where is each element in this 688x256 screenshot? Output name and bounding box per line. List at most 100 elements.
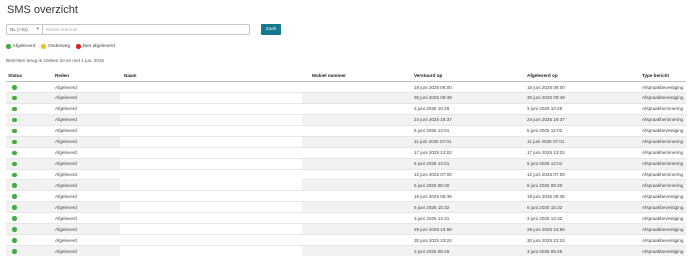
redacted-number [194, 147, 302, 158]
cell-type: Afspraakbevestiging [642, 204, 684, 210]
header-afgeleverd[interactable]: Afgeleverd op [527, 73, 558, 78]
redacted-number [194, 246, 302, 256]
redacted-name [120, 235, 195, 246]
cell-type: Afspraakherinnering [642, 117, 684, 123]
table-row[interactable]: Afgeleverd 3 juni 2025 06:49 3 juni 2025 0… [6, 246, 686, 256]
table-row[interactable]: Afgeleverd 18 juni 2025 08:00 18 juni 2025… [6, 82, 686, 93]
cell-reden: Afgeleverd [55, 139, 77, 145]
cell-reden: Afgeleverd [55, 193, 77, 199]
delivered-status-icon [12, 117, 17, 123]
delivered-dot-icon [6, 44, 11, 49]
redacted-name [120, 125, 195, 136]
cell-verstuurd: 30 juni 2025 23:24 [414, 237, 452, 243]
redacted-number [194, 213, 302, 224]
redacted-number [194, 224, 302, 235]
cell-verstuurd: 6 juni 2025 12:01 [414, 161, 450, 167]
redacted-number [194, 202, 302, 213]
cell-verstuurd: 29 juni 2025 16:56 [414, 226, 452, 232]
cell-reden: Afgeleverd [55, 117, 77, 123]
cell-verstuurd: 6 juni 2025 15:32 [414, 204, 450, 210]
redacted-name [120, 114, 195, 125]
redacted-number [194, 235, 302, 246]
search-button[interactable]: Zoek [261, 24, 281, 35]
table-row[interactable]: Afgeleverd 29 juni 2025 16:56 29 juni 2025… [6, 224, 686, 236]
cell-type: Afspraakherinnering [642, 172, 684, 177]
table-row[interactable]: Afgeleverd 3 juni 2025 10:26 3 juni 2025 1… [6, 103, 686, 115]
cell-verstuurd: 11 juni 2025 07:01 [414, 139, 452, 145]
redacted-name [120, 158, 195, 169]
phone-number-input[interactable]: Mobiel nummer [43, 24, 250, 35]
cell-reden: Afgeleverd [55, 182, 77, 188]
table-row[interactable]: Afgeleverd 3 juni 2025 14:31 3 juni 2025 1… [6, 213, 686, 225]
legend-in-transit: Onderweg [41, 44, 70, 49]
cell-reden: Afgeleverd [55, 226, 77, 232]
cell-afgeleverd: 12 juni 2025 07:00 [527, 172, 565, 177]
redacted-number [194, 92, 302, 103]
country-code-value: NL (+31) [10, 27, 28, 32]
table-row[interactable]: Afgeleverd 6 juni 2025 08:30 6 juni 2025 0… [6, 180, 686, 192]
table-row[interactable]: Afgeleverd 6 juni 2025 12:01 6 juni 2025 1… [6, 158, 686, 170]
delivered-status-icon [12, 194, 17, 199]
cell-type: Afspraakbevestiging [642, 237, 684, 243]
table-row[interactable]: Afgeleverd 24 juni 2025 18:37 24 juni 2025… [6, 114, 686, 126]
cell-verstuurd: 30 juni 2025 09:49 [414, 95, 452, 101]
table-row[interactable]: Afgeleverd 30 juni 2025 09:49 30 juni 2025… [6, 92, 686, 104]
retention-note: Berichten terug te zoeken tot en met 1 j… [6, 58, 105, 63]
header-naam[interactable]: Naam [124, 73, 137, 78]
delivered-status-icon [12, 161, 17, 167]
delivered-status-icon [12, 95, 17, 101]
country-code-select[interactable]: NL (+31) ▾ [6, 24, 43, 35]
redacted-number [194, 169, 302, 180]
delivered-status-icon [12, 139, 17, 145]
table-row[interactable]: Afgeleverd 30 juni 2025 23:24 30 juni 2025… [6, 235, 686, 247]
cell-afgeleverd: 6 juni 2025 08:30 [527, 182, 563, 188]
cell-type: Afspraakbevestiging [642, 128, 684, 134]
cell-type: Afspraakherinnering [642, 150, 684, 156]
table-row[interactable]: Afgeleverd 12 juni 2025 07:00 12 juni 2025… [6, 169, 686, 181]
cell-type: Afspraakherinnering [642, 106, 684, 112]
cell-reden: Afgeleverd [55, 161, 77, 167]
cell-afgeleverd: 3 juni 2025 06:49 [527, 248, 563, 254]
header-verstuurd[interactable]: Verstuurd op [414, 73, 442, 78]
cell-type: Afspraakbevestiging [642, 215, 684, 221]
legend-label: Niet afgeleverd [82, 44, 115, 49]
header-reden[interactable]: Reden [55, 73, 69, 78]
table-row[interactable]: Afgeleverd 17 juni 2025 13:02 17 juni 2025… [6, 147, 686, 159]
delivered-status-icon [12, 150, 17, 156]
header-type[interactable]: Type bericht [642, 73, 669, 78]
cell-type: Afspraakherinnering [642, 139, 684, 145]
legend-delivered: Afgeleverd [6, 44, 35, 49]
redacted-number [194, 158, 302, 169]
cell-afgeleverd: 6 juni 2025 12:01 [527, 161, 563, 167]
cell-verstuurd: 12 juni 2025 07:00 [414, 172, 452, 177]
cell-reden: Afgeleverd [55, 248, 77, 254]
not-delivered-dot-icon [76, 44, 81, 49]
delivered-status-icon [12, 227, 17, 232]
table-row[interactable]: Afgeleverd 6 juni 2025 15:32 6 juni 2025 1… [6, 202, 686, 214]
cell-reden: Afgeleverd [55, 172, 77, 177]
cell-verstuurd: 18 juni 2025 09:36 [414, 193, 452, 199]
page-title: SMS overzicht [7, 4, 78, 16]
cell-reden: Afgeleverd [55, 95, 77, 101]
header-status[interactable]: Status [8, 73, 22, 78]
cell-afgeleverd: 18 juni 2025 09:36 [527, 193, 565, 199]
header-mobiel[interactable]: Mobiel nummer [312, 73, 346, 78]
cell-reden: Afgeleverd [55, 204, 77, 210]
sms-table: Status Reden Naam Mobiel nummer Verstuur… [6, 72, 686, 256]
table-row[interactable]: Afgeleverd 5 juni 2025 12:01 5 juni 2025 1… [6, 125, 686, 137]
redacted-number [194, 82, 302, 92]
cell-verstuurd: 17 juni 2025 13:02 [414, 150, 452, 156]
legend-label: Afgeleverd [12, 44, 36, 49]
table-row[interactable]: Afgeleverd 18 juni 2025 09:36 18 juni 2025… [6, 191, 686, 203]
cell-verstuurd: 3 juni 2025 06:49 [414, 248, 450, 254]
table-row[interactable]: Afgeleverd 11 juni 2025 07:01 11 juni 2025… [6, 136, 686, 148]
cell-verstuurd: 3 juni 2025 10:26 [414, 106, 450, 112]
cell-reden: Afgeleverd [55, 106, 77, 112]
delivered-status-icon [12, 172, 17, 177]
redacted-number [194, 103, 302, 114]
redacted-name [120, 92, 195, 103]
cell-afgeleverd: 3 juni 2025 14:32 [527, 215, 563, 221]
cell-type: Afspraakherinnering [642, 161, 684, 167]
cell-afgeleverd: 3 juni 2025 10:26 [527, 106, 563, 112]
table-body: Afgeleverd 18 juni 2025 08:00 18 juni 2025… [6, 82, 686, 256]
